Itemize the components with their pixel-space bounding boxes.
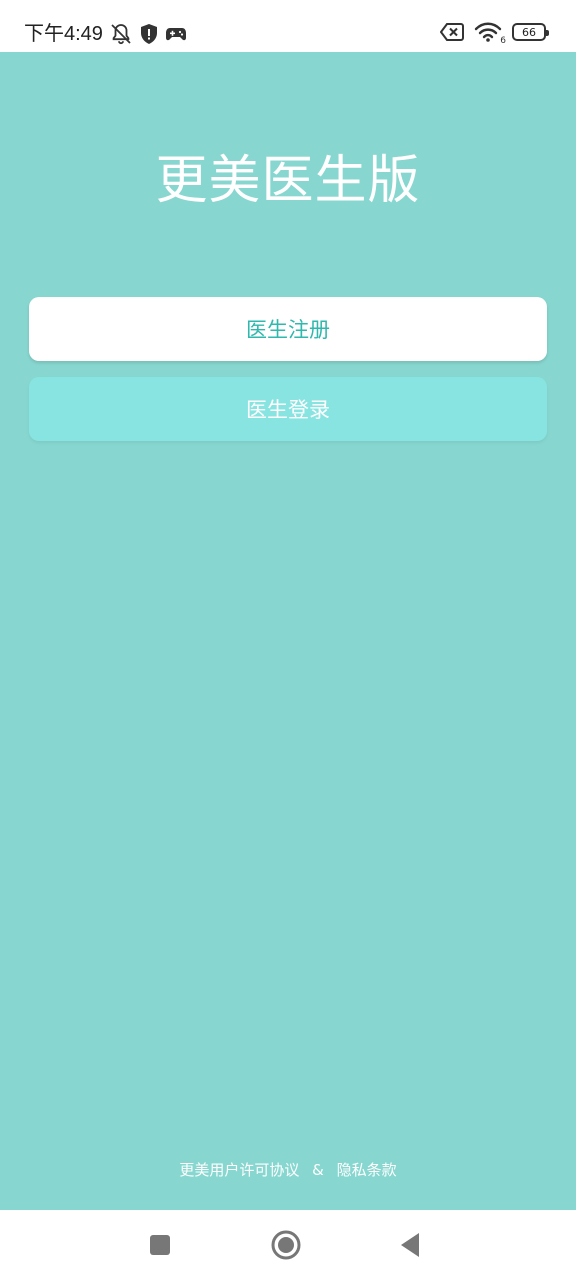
doctor-login-button[interactable]: 医生登录 [29, 377, 547, 441]
battery-icon: 66 [512, 23, 549, 41]
home-icon [270, 1229, 302, 1261]
recent-apps-button[interactable] [142, 1227, 178, 1263]
back-button[interactable] [392, 1227, 428, 1263]
navigation-bar [0, 1210, 576, 1280]
status-left: 下午4:49 [24, 20, 187, 48]
shield-alert-icon [139, 23, 159, 45]
footer-links: 更美用户许可协议 & 隐私条款 [0, 1159, 576, 1180]
main-screen: 更美医生版 医生注册 医生登录 更美用户许可协议 & 隐私条款 [0, 52, 576, 1210]
wifi-label: 6 [500, 36, 506, 46]
doctor-register-label: 医生注册 [246, 318, 330, 342]
gamepad-icon [165, 25, 187, 43]
status-bar: 下午4:49 6 66 [0, 0, 576, 52]
privacy-policy-link[interactable]: 隐私条款 [337, 1161, 397, 1179]
recent-apps-icon [149, 1234, 171, 1256]
bell-off-icon [109, 23, 133, 45]
status-right: 6 66 [440, 22, 549, 46]
battery-level: 66 [522, 25, 536, 39]
app-title: 更美医生版 [155, 151, 421, 211]
doctor-login-label: 医生登录 [246, 398, 330, 422]
home-button[interactable] [268, 1227, 304, 1263]
wifi-icon: 6 [474, 22, 506, 46]
sim-x-icon [440, 23, 464, 41]
back-icon [398, 1232, 422, 1258]
license-agreement-link[interactable]: 更美用户许可协议 [179, 1161, 299, 1179]
status-time: 下午4:49 [24, 23, 103, 45]
footer-separator: & [312, 1161, 324, 1179]
doctor-register-button[interactable]: 医生注册 [29, 297, 547, 361]
